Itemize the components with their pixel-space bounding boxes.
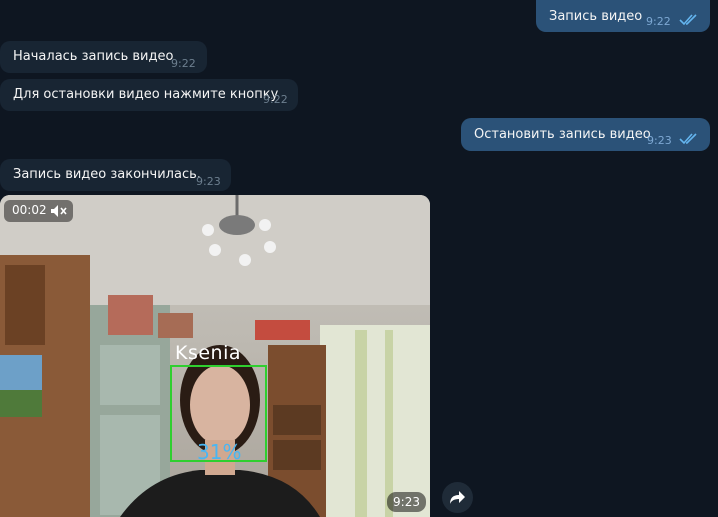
forward-arrow-icon bbox=[450, 491, 465, 504]
speaker-muted-icon[interactable] bbox=[50, 204, 68, 218]
video-duration: 00:02 bbox=[12, 203, 47, 217]
video-duration-chip[interactable]: 00:02 bbox=[4, 200, 73, 222]
message-time: 9:23 bbox=[196, 175, 221, 188]
message-incoming[interactable]: Началась запись видео 9:22 bbox=[0, 41, 207, 73]
message-incoming[interactable]: Запись видео закончилась. 9:23 bbox=[0, 159, 231, 191]
message-text: Началась запись видео bbox=[13, 49, 174, 64]
face-confidence: 31% bbox=[197, 440, 242, 464]
message-time: 9:22 bbox=[171, 57, 196, 70]
face-label: Ksenia bbox=[175, 342, 242, 364]
message-text: Остановить запись видео bbox=[474, 127, 651, 142]
double-check-icon bbox=[679, 133, 697, 145]
message-outgoing[interactable]: Запись видео 9:22 bbox=[536, 0, 710, 32]
message-text: Для остановки видео нажмите кнопку bbox=[13, 87, 279, 102]
message-time: 9:22 bbox=[263, 93, 288, 106]
forward-button[interactable] bbox=[442, 482, 473, 513]
double-check-icon bbox=[679, 14, 697, 26]
message-incoming[interactable]: Для остановки видео нажмите кнопку 9:22 bbox=[0, 79, 298, 111]
message-time: 9:23 bbox=[647, 134, 672, 147]
message-text: Запись видео bbox=[549, 9, 643, 24]
message-time: 9:22 bbox=[646, 15, 671, 28]
message-outgoing[interactable]: Остановить запись видео 9:23 bbox=[461, 118, 710, 151]
message-text: Запись видео закончилась. bbox=[13, 167, 201, 182]
video-time: 9:23 bbox=[387, 492, 426, 512]
